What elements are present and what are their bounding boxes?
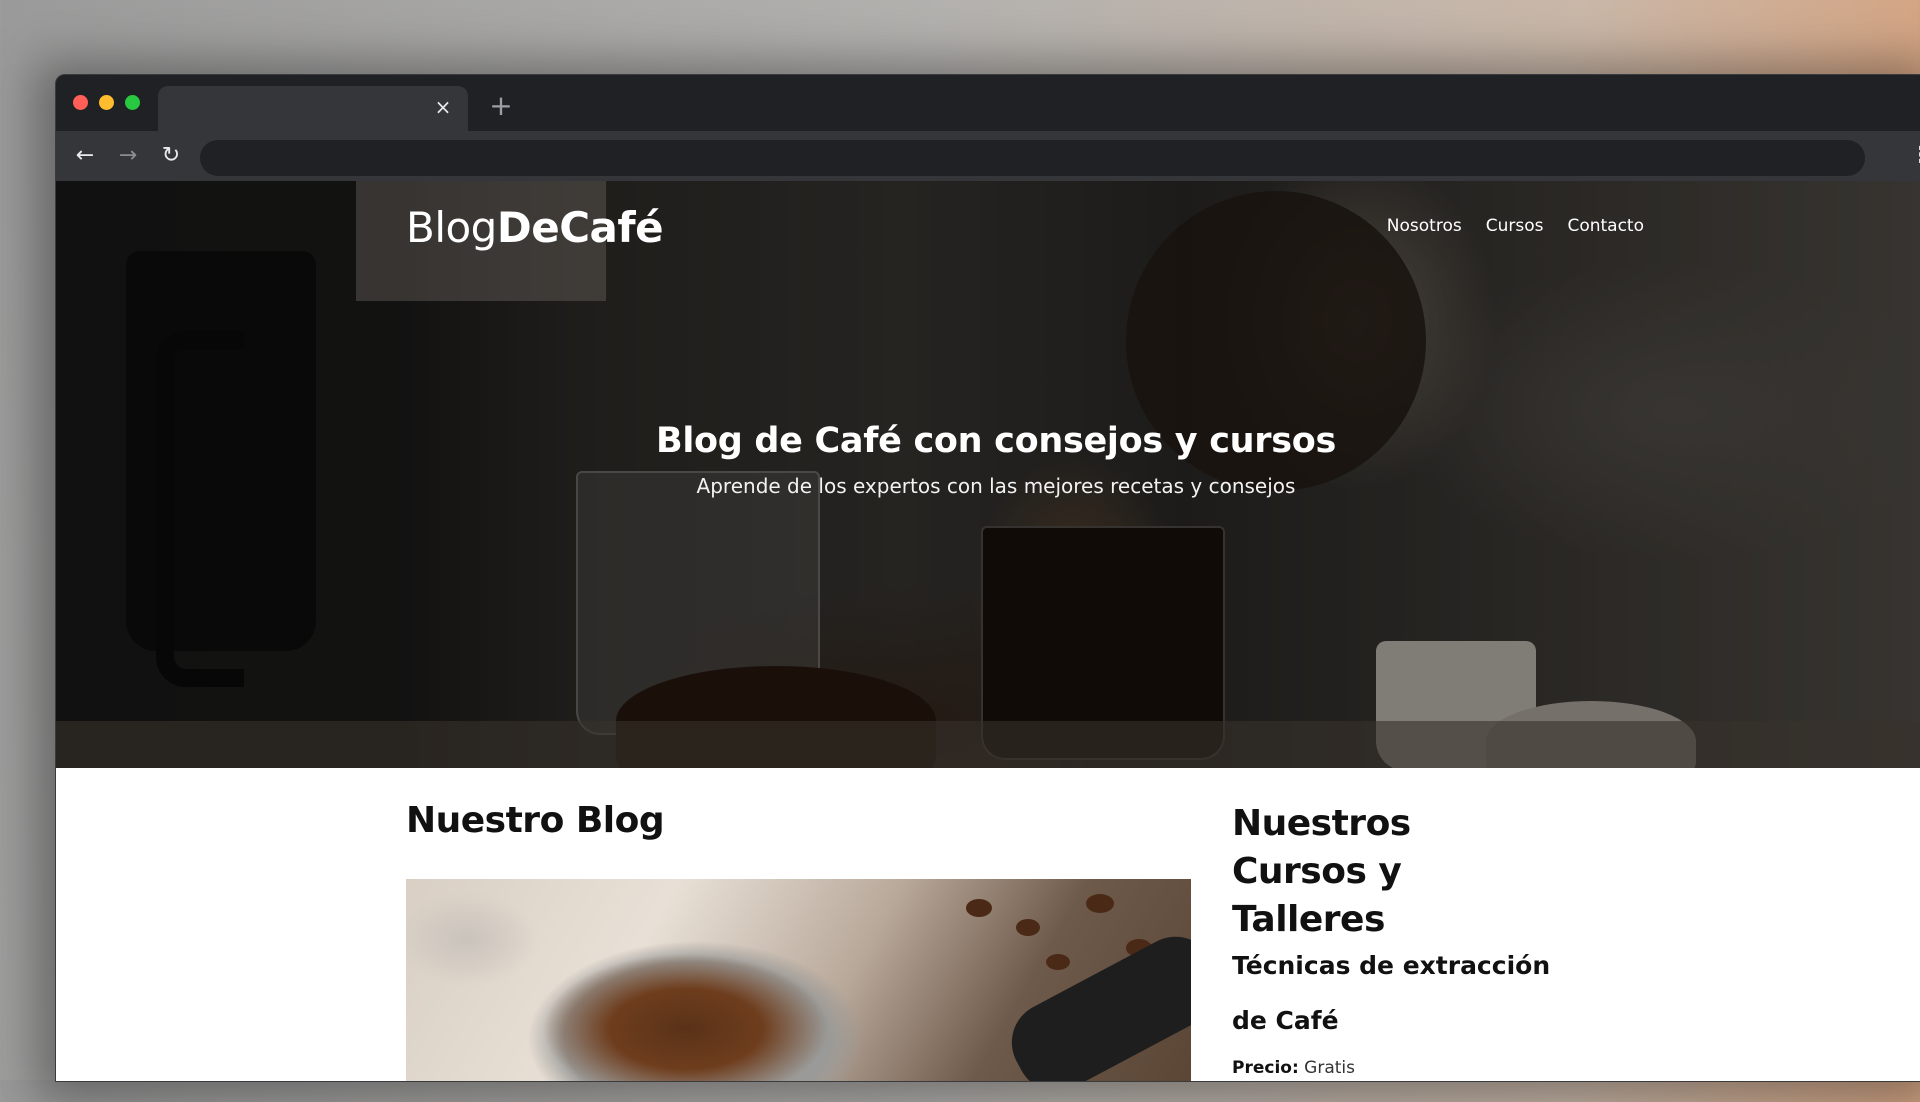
coffee-bean-shape <box>1046 954 1070 970</box>
portafilter-handle-shape <box>997 922 1191 1081</box>
course-price-value: Gratis <box>1304 1058 1355 1078</box>
course-name[interactable]: Técnicas de extracción de Café <box>1232 938 1552 1048</box>
maximize-window-button[interactable] <box>125 95 140 110</box>
browser-menu-icon[interactable]: ⋮ <box>1910 141 1920 171</box>
site-logo[interactable]: BlogDeCafé <box>406 203 664 252</box>
main-nav: Nosotros Cursos Contacto <box>1387 216 1644 236</box>
hero-banner: BlogDeCafé Nosotros Cursos Contacto Blog… <box>56 181 1920 768</box>
coffee-bean-shape <box>1086 894 1114 913</box>
coffee-bean-shape <box>966 899 992 917</box>
minimize-window-button[interactable] <box>99 95 114 110</box>
close-window-button[interactable] <box>73 95 88 110</box>
close-tab-icon[interactable]: × <box>432 96 454 118</box>
title-bar: × + <box>56 75 1920 131</box>
nav-link-contacto[interactable]: Contacto <box>1567 216 1644 236</box>
course-price-label: Precio: <box>1232 1058 1299 1078</box>
new-tab-icon[interactable]: + <box>486 91 516 121</box>
reload-icon[interactable]: ↻ <box>156 141 186 171</box>
logo-bold-text: DeCafé <box>496 203 664 252</box>
logo-light-text: Blog <box>406 203 497 252</box>
coffee-bean-shape <box>1016 919 1040 936</box>
back-icon[interactable]: ← <box>70 141 100 171</box>
page-viewport: BlogDeCafé Nosotros Cursos Contacto Blog… <box>56 181 1920 1081</box>
browser-window: × + ← → ↻ ⋮ BlogDeCafé Nosotr <box>55 74 1920 1082</box>
nav-link-nosotros[interactable]: Nosotros <box>1387 216 1462 236</box>
blog-entry-image[interactable] <box>406 879 1191 1081</box>
browser-tab[interactable]: × <box>158 86 468 131</box>
browser-toolbar: ← → ↻ ⋮ <box>56 131 1920 181</box>
nav-link-cursos[interactable]: Cursos <box>1486 216 1544 236</box>
address-bar[interactable] <box>200 140 1865 176</box>
forward-icon[interactable]: → <box>113 141 143 171</box>
course-price: Precio: Gratis <box>1232 1058 1355 1078</box>
main-content: Nuestro Blog Nuestros Cursos y Talleres … <box>56 768 1920 1081</box>
hero-title: Blog de Café con consejos y cursos <box>655 421 1337 461</box>
hero-subtitle: Aprende de los expertos con las mejores … <box>696 474 1296 498</box>
blog-section-title: Nuestro Blog <box>406 800 665 841</box>
courses-section-title: Nuestros Cursos y Talleres <box>1232 803 1411 940</box>
